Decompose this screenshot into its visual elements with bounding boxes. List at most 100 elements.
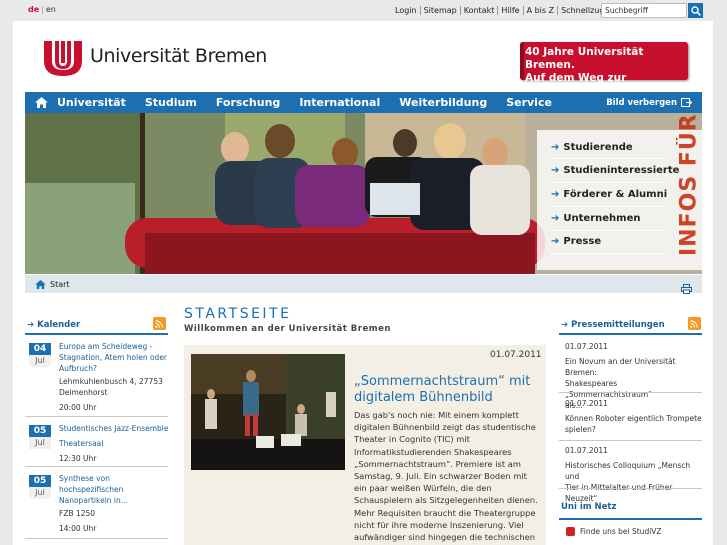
- event-day: 04: [29, 343, 51, 355]
- menu-divider: [551, 230, 663, 231]
- press-text: Ein Novum an der Universität Bremen:: [565, 357, 676, 377]
- event-month: Jul: [29, 355, 51, 367]
- arrow-right-icon: ➔: [561, 320, 569, 330]
- press-date: 01.07.2011: [565, 399, 608, 408]
- menu-item-label: Studieninteressierte: [563, 165, 680, 176]
- event-place: Lehmkuhlenbusch 4, 27753 Delmenhorst: [59, 377, 163, 397]
- university-logo-text[interactable]: Universität Bremen: [90, 45, 267, 67]
- menu-item-studierende[interactable]: ➔ Studierende: [551, 142, 633, 153]
- nav-item-weiterbildung[interactable]: Weiterbildung: [399, 96, 487, 109]
- divider: [25, 538, 168, 539]
- press-text: Tier in Mittelalter und Früher Neuzeit“: [565, 483, 672, 503]
- divider: [25, 416, 168, 417]
- event-title-link[interactable]: Europa am Scheideweg - Stagnation, Atem …: [59, 341, 169, 374]
- event-title-link[interactable]: Studentisches Jazz-Ensemble: [59, 423, 169, 434]
- utility-nav: Login Sitemap Kontakt Hilfe A bis Z Schn…: [392, 6, 618, 15]
- teaser-line: „Sommernachtstraum“. Premiere ist am: [354, 458, 521, 469]
- event-time: 20:00 Uhr: [59, 403, 97, 412]
- calendar-title: Kalender: [37, 320, 81, 330]
- studivz-label: Finde uns bei StudiVZ: [580, 527, 662, 536]
- calendar-heading[interactable]: ➔ Kalender: [27, 320, 80, 330]
- nav-item-studium[interactable]: Studium: [145, 96, 197, 109]
- uni-net-rule: [559, 518, 702, 520]
- nav-item-forschung[interactable]: Forschung: [216, 96, 281, 109]
- rss-icon[interactable]: [688, 317, 701, 330]
- article-photo[interactable]: [191, 354, 345, 470]
- studivz-icon: [566, 527, 575, 536]
- menu-item-label: Studierende: [563, 142, 633, 153]
- article-title-link[interactable]: „Sommernachtstraum“ mit digitalem Bühnen…: [354, 374, 539, 406]
- kontakt-link[interactable]: Kontakt: [461, 6, 499, 15]
- teaser-line: Informatikstudierenden Shakespeares: [354, 446, 512, 457]
- nav-item-service[interactable]: Service: [506, 96, 552, 109]
- press-date: 01.07.2011: [565, 342, 608, 351]
- press-item[interactable]: 01.07.2011 Können Roboter eigentlich Tro…: [565, 398, 702, 435]
- calendar-event: Studentisches Jazz-Ensemble Theatersaal …: [59, 423, 169, 464]
- language-switch: de | en: [28, 5, 56, 14]
- menu-item-studieninteressierte[interactable]: ➔ Studieninteressierte: [551, 165, 679, 176]
- menu-item-presse[interactable]: ➔ Presse: [551, 236, 601, 247]
- press-text: Shakespeares „Sommernachtstraum“: [565, 379, 653, 399]
- menu-divider: [551, 206, 663, 207]
- university-logo-mark[interactable]: [42, 39, 84, 77]
- event-title-link[interactable]: Synthese von hochspezifischen Nanopartik…: [59, 473, 169, 506]
- event-place: Theatersaal: [59, 439, 104, 448]
- a-bis-z-link[interactable]: A bis Z: [524, 6, 559, 15]
- press-rule: [559, 333, 702, 335]
- teaser-line: nicht für ihre moderne Inszenierung. Vie…: [354, 519, 524, 530]
- nav-item-universitaet[interactable]: Universität: [57, 96, 126, 109]
- menu-item-label: Unternehmen: [563, 213, 641, 224]
- press-text: Historisches Colloquium „Mensch und: [565, 461, 691, 481]
- menu-divider: [551, 253, 663, 254]
- event-place: FZB 1250: [59, 509, 96, 518]
- article-teaser: Das gab's noch nie: Mit einem komplett d…: [354, 409, 539, 543]
- search-input[interactable]: Suchbegriff: [601, 3, 687, 18]
- event-time: 14:00 Uhr: [59, 524, 97, 533]
- menu-item-foerderer-alumni[interactable]: ➔ Förderer & Alumni: [551, 189, 667, 200]
- calendar-rule: [25, 333, 168, 335]
- arrow-right-icon: ➔: [27, 320, 35, 330]
- uni-im-netz-heading: Uni im Netz: [559, 502, 702, 518]
- divider: [25, 466, 168, 467]
- home-icon[interactable]: [35, 279, 46, 289]
- lang-en-link[interactable]: en: [46, 5, 56, 14]
- infos-fuer-vertical-label: INFOS FÜR: [676, 113, 702, 256]
- divider: [559, 488, 702, 489]
- page-title: STARTSEITE: [184, 306, 292, 322]
- search-button[interactable]: [688, 3, 703, 18]
- nav-home-button[interactable]: [25, 97, 57, 108]
- event-month: Jul: [29, 487, 51, 499]
- event-date-badge: 05 Jul: [29, 475, 51, 499]
- calendar-event: Synthese von hochspezifischen Nanopartik…: [59, 473, 169, 534]
- breadcrumb-home[interactable]: Start: [50, 280, 70, 289]
- teaser-line: Das gab's noch nie: Mit einem komplett: [354, 410, 519, 420]
- print-icon[interactable]: [681, 279, 692, 298]
- hide-image-button[interactable]: Bild verbergen: [606, 98, 692, 108]
- teaser-line: Mehr Requisiten braucht die Theatergrupp…: [354, 507, 536, 518]
- menu-divider: [551, 182, 663, 183]
- press-title: Pressemitteilungen: [571, 320, 665, 330]
- sitemap-link[interactable]: Sitemap: [421, 6, 461, 15]
- hilfe-link[interactable]: Hilfe: [498, 6, 524, 15]
- teaser-line: ein paar weißen Würfeln, die den: [354, 483, 492, 494]
- arrow-right-icon: ➔: [551, 213, 560, 224]
- anniversary-banner[interactable]: 40 Jahre Universität Bremen. Auf dem Weg…: [520, 42, 688, 97]
- teaser-line: aufwändiger sind hingegen die technische…: [354, 532, 536, 543]
- nav-item-international[interactable]: International: [299, 96, 380, 109]
- studivz-link[interactable]: Finde uns bei StudiVZ: [566, 527, 662, 536]
- teaser-line: Schauspielern als Sitzgelegenheiten dien…: [354, 495, 538, 506]
- rss-icon[interactable]: [153, 317, 166, 330]
- press-heading[interactable]: ➔ Pressemitteilungen: [561, 320, 665, 330]
- lang-separator: |: [41, 5, 44, 14]
- lang-de-link[interactable]: de: [28, 5, 39, 14]
- arrow-right-icon: ➔: [551, 236, 560, 247]
- collapse-icon: [681, 98, 692, 107]
- login-link[interactable]: Login: [392, 6, 421, 15]
- teaser-line: Samstag, 9. Juli. Ein schwarzer Boden mi…: [354, 471, 527, 482]
- divider: [559, 440, 702, 441]
- event-date-badge: 05 Jul: [29, 425, 51, 449]
- press-item[interactable]: 01.07.2011 Historisches Colloquium „Mens…: [565, 445, 702, 504]
- menu-item-unternehmen[interactable]: ➔ Unternehmen: [551, 213, 640, 224]
- event-month: Jul: [29, 437, 51, 449]
- calendar-event: Europa am Scheideweg - Stagnation, Atem …: [59, 341, 169, 413]
